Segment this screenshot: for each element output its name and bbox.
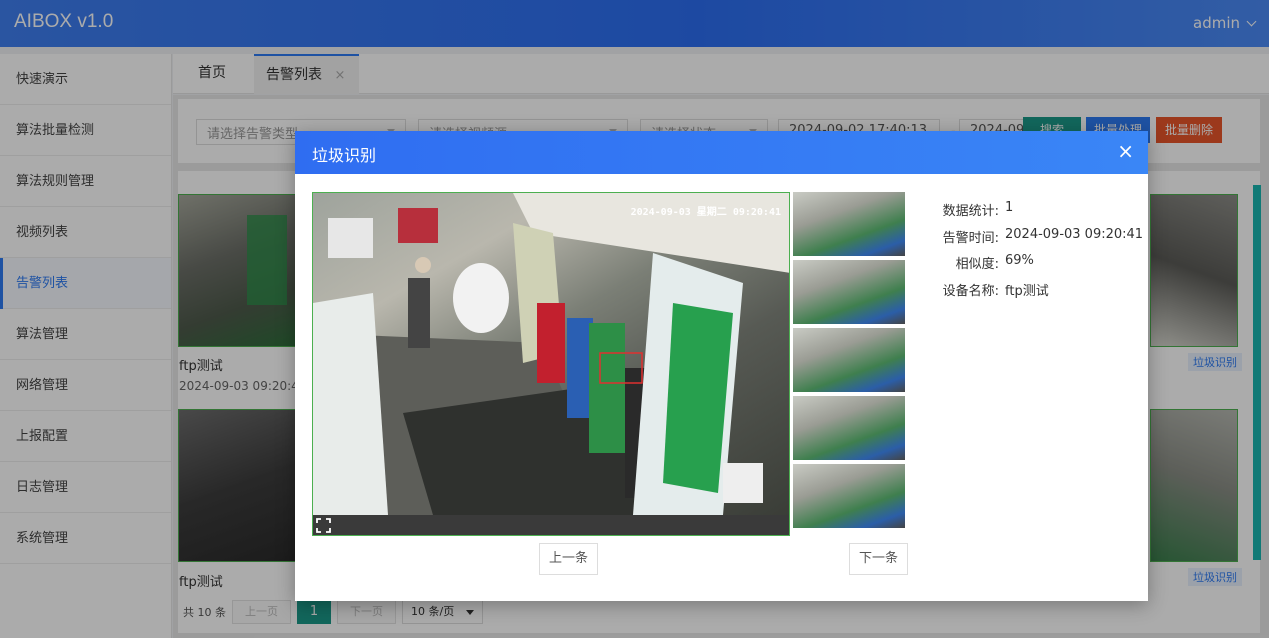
fullscreen-icon[interactable]: [316, 518, 331, 533]
info-label: 设备名称:: [942, 283, 999, 299]
video-player[interactable]: 2024-09-03 星期二 09:20:41: [312, 192, 790, 536]
alarm-detail-modal: 垃圾识别 × 2024-09-03 星期二 09:20:41 上一条 下一条 数…: [295, 131, 1148, 601]
info-value: ftp测试: [1005, 283, 1049, 299]
frame-thumbnail[interactable]: [793, 464, 905, 528]
info-value: 2024-09-03 09:20:41: [1005, 226, 1144, 242]
camera-scene-illustration: [313, 193, 789, 515]
frame-thumbnail[interactable]: [793, 192, 905, 256]
next-item-button[interactable]: 下一条: [849, 543, 909, 575]
modal-title: 垃圾识别: [312, 146, 377, 165]
frame-thumbnail[interactable]: [793, 328, 905, 392]
info-label: 告警时间:: [942, 230, 999, 246]
info-value: 69%: [1005, 253, 1034, 268]
frame-thumbnail-list: [793, 192, 905, 532]
info-label: 数据统计:: [942, 204, 999, 219]
info-row-device: 设备名称: ftp测试: [933, 280, 1143, 307]
frame-thumbnail[interactable]: [793, 396, 905, 460]
info-row-time: 告警时间: 2024-09-03 09:20:41: [933, 227, 1143, 254]
alarm-info-panel: 数据统计: 1 告警时间: 2024-09-03 09:20:41 相似度: 6…: [933, 200, 1143, 306]
info-row-count: 数据统计: 1: [933, 200, 1143, 227]
video-frame: 2024-09-03 星期二 09:20:41: [313, 193, 789, 515]
info-value: 1: [1005, 200, 1014, 215]
close-icon[interactable]: ×: [1117, 139, 1134, 163]
info-row-similarity: 相似度: 69%: [933, 253, 1143, 280]
modal-header: 垃圾识别 ×: [295, 131, 1148, 174]
info-label: 相似度:: [955, 257, 999, 272]
prev-item-button[interactable]: 上一条: [539, 543, 599, 575]
frame-thumbnail[interactable]: [793, 260, 905, 324]
video-timestamp: 2024-09-03 星期二 09:20:41: [630, 207, 781, 218]
player-controls: [313, 515, 789, 535]
